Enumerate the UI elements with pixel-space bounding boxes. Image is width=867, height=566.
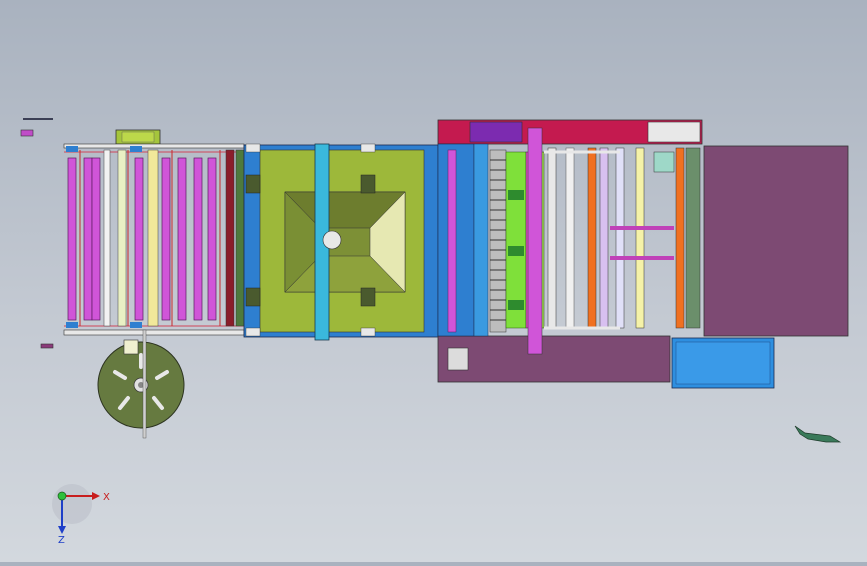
fan-wheel xyxy=(97,329,185,439)
side-panel xyxy=(703,145,849,337)
base-plate xyxy=(437,335,671,383)
right-machine-section xyxy=(437,119,849,389)
stray-line-mark xyxy=(23,118,53,120)
axis-triad: X Z xyxy=(52,484,110,546)
hopper-section xyxy=(243,143,439,341)
frame-top-rail xyxy=(63,143,245,149)
z-axis-label: Z xyxy=(58,535,65,546)
stray-tiny-part xyxy=(40,343,54,349)
magenta-rollers xyxy=(67,157,217,321)
frame-bottom-rail xyxy=(63,329,245,336)
cad-model-drawing[interactable]: X Z xyxy=(0,0,867,562)
stray-small-part xyxy=(20,129,34,137)
stray-part-right xyxy=(794,425,842,443)
left-roller-section xyxy=(63,129,245,336)
x-axis-label: X xyxy=(103,492,110,503)
cad-viewport[interactable]: X Z xyxy=(0,0,867,562)
